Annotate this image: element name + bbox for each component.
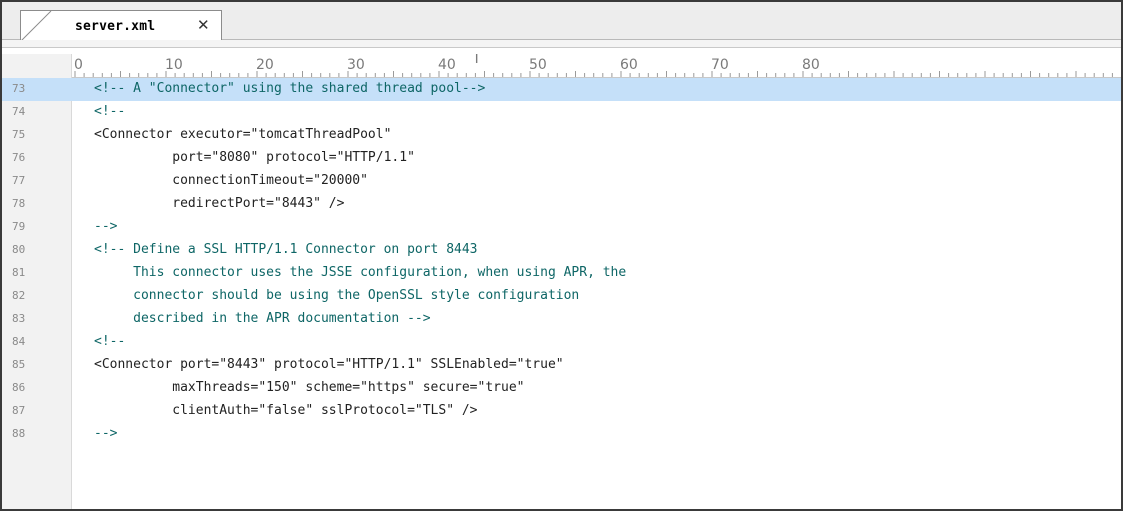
line-number: 76 xyxy=(12,151,26,164)
line-number: 79 xyxy=(12,220,26,233)
ruler-caret-marker: T xyxy=(471,54,481,67)
code-line[interactable]: 84 <!-- xyxy=(2,331,1121,354)
code-line[interactable]: 76 port="8080" protocol="HTTP/1.1" xyxy=(2,147,1121,170)
line-number: 80 xyxy=(12,243,26,256)
ruler-svg: 0 10 20 30 40 50 60 70 80 T xyxy=(74,54,1113,77)
code-line[interactable]: 73 <!-- A "Connector" using the shared th… xyxy=(2,78,1121,101)
line-number: 78 xyxy=(12,197,26,210)
line-text: port="8080" protocol="HTTP/1.1" xyxy=(94,150,415,165)
line-text: --> xyxy=(94,426,118,441)
line-text: maxThreads="150" scheme="https" secure="… xyxy=(94,380,525,395)
column-ruler: 0 10 20 30 40 50 60 70 80 T xyxy=(72,54,1121,78)
editor-window: server.xml ✕ 0 10 20 30 40 50 60 70 80 T 73 <!-- A… xyxy=(0,0,1123,511)
code-line[interactable]: 81 This connector uses the JSSE configur… xyxy=(2,262,1121,285)
ruler-label: 0 xyxy=(74,57,83,73)
line-number: 81 xyxy=(12,266,26,279)
line-text: <!-- xyxy=(94,334,126,349)
line-text: clientAuth="false" sslProtocol="TLS" /> xyxy=(94,403,478,418)
line-number: 77 xyxy=(12,174,26,187)
line-number: 73 xyxy=(12,82,26,95)
ruler-label: 80 xyxy=(802,57,820,73)
code-lines[interactable]: 73 <!-- A "Connector" using the shared th… xyxy=(2,78,1121,446)
line-text: <!-- xyxy=(94,104,126,119)
line-text: redirectPort="8443" /> xyxy=(94,196,345,211)
tab-slant xyxy=(21,11,55,41)
line-number: 74 xyxy=(12,105,26,118)
tab-label: server.xml xyxy=(75,19,156,34)
ruler-label: 10 xyxy=(165,57,183,73)
line-text: <!-- Define a SSL HTTP/1.1 Connector on … xyxy=(94,242,478,257)
ruler-label: 50 xyxy=(529,57,547,73)
line-text: <!-- A "Connector" using the shared thre… xyxy=(94,81,486,96)
code-line[interactable]: 74 <!-- xyxy=(2,101,1121,124)
ruler-label: 30 xyxy=(347,57,365,73)
code-line[interactable]: 82 connector should be using the OpenSSL… xyxy=(2,285,1121,308)
line-text: <Connector port="8443" protocol="HTTP/1.… xyxy=(94,357,564,372)
line-number: 83 xyxy=(12,312,26,325)
line-text: connectionTimeout="20000" xyxy=(94,173,368,188)
tab-bar: server.xml ✕ xyxy=(2,2,1121,41)
ruler-label: 40 xyxy=(438,57,456,73)
tab-underline xyxy=(2,40,1121,48)
line-number: 86 xyxy=(12,381,26,394)
line-number: 84 xyxy=(12,335,26,348)
code-line[interactable]: 79 --> xyxy=(2,216,1121,239)
ruler-label: 20 xyxy=(256,57,274,73)
line-number: 75 xyxy=(12,128,26,141)
line-number: 85 xyxy=(12,358,26,371)
line-number: 88 xyxy=(12,427,26,440)
close-icon[interactable]: ✕ xyxy=(197,17,210,33)
code-line[interactable]: 75 <Connector executor="tomcatThreadPool" xyxy=(2,124,1121,147)
line-number: 82 xyxy=(12,289,26,302)
line-text: connector should be using the OpenSSL st… xyxy=(94,288,580,303)
code-line[interactable]: 87 clientAuth="false" sslProtocol="TLS" … xyxy=(2,400,1121,423)
ruler-label: 60 xyxy=(620,57,638,73)
code-line[interactable]: 78 redirectPort="8443" /> xyxy=(2,193,1121,216)
line-number: 87 xyxy=(12,404,26,417)
line-text: --> xyxy=(94,219,118,234)
code-line[interactable]: 86 maxThreads="150" scheme="https" secur… xyxy=(2,377,1121,400)
code-line[interactable]: 88 --> xyxy=(2,423,1121,446)
line-text: This connector uses the JSSE configurati… xyxy=(94,265,627,280)
code-line[interactable]: 83 described in the APR documentation --… xyxy=(2,308,1121,331)
line-text: <Connector executor="tomcatThreadPool" xyxy=(94,127,392,142)
line-text: described in the APR documentation --> xyxy=(94,311,431,326)
tab-server-xml[interactable]: server.xml ✕ xyxy=(20,10,222,41)
code-line[interactable]: 85 <Connector port="8443" protocol="HTTP/… xyxy=(2,354,1121,377)
code-line[interactable]: 77 connectionTimeout="20000" xyxy=(2,170,1121,193)
ruler-label: 70 xyxy=(711,57,729,73)
code-line[interactable]: 80 <!-- Define a SSL HTTP/1.1 Connector o… xyxy=(2,239,1121,262)
